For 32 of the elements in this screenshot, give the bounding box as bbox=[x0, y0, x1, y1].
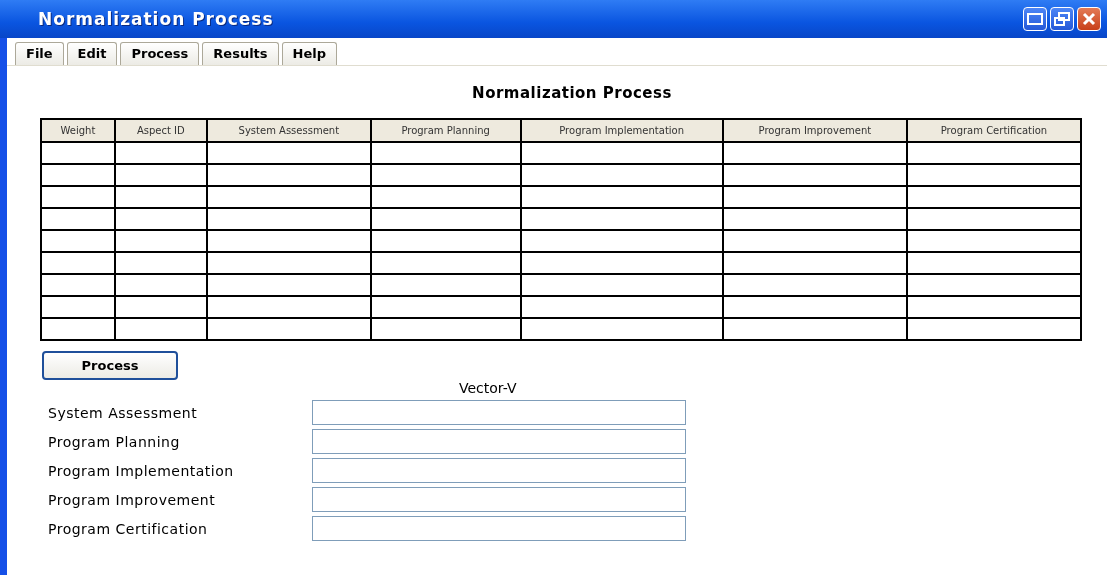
column-header: Aspect ID bbox=[114, 119, 207, 142]
window-icon bbox=[1027, 13, 1043, 25]
menu-tab[interactable]: Help bbox=[281, 42, 338, 65]
column-header: System Assessment bbox=[206, 119, 371, 142]
column-header: Program Implementation bbox=[520, 119, 723, 142]
column-header: Program Improvement bbox=[722, 119, 907, 142]
input-field[interactable] bbox=[312, 400, 686, 425]
menu-tab[interactable]: Process bbox=[120, 42, 200, 65]
column-header: Program Planning bbox=[370, 119, 521, 142]
menu-tab[interactable]: File bbox=[15, 42, 64, 65]
field-label: System Assessment bbox=[48, 404, 199, 421]
close-icon bbox=[1081, 11, 1097, 27]
field-label: Program Implementation bbox=[48, 462, 235, 479]
section-title: Vector-V bbox=[459, 380, 518, 396]
page-heading: Normalization Process bbox=[471, 84, 673, 102]
input-field[interactable] bbox=[312, 487, 686, 512]
field-label: Program Improvement bbox=[48, 491, 217, 508]
input-field[interactable] bbox=[312, 458, 686, 483]
minimize-button[interactable] bbox=[1023, 7, 1047, 31]
restore-button[interactable] bbox=[1050, 7, 1074, 31]
close-button[interactable] bbox=[1077, 7, 1101, 31]
field-label: Program Certification bbox=[48, 520, 209, 537]
column-header: Program Certification bbox=[906, 119, 1081, 142]
field-label: Program Planning bbox=[48, 433, 181, 450]
restore-icon bbox=[1054, 12, 1070, 26]
column-header: Weight bbox=[41, 119, 115, 142]
menu-tab[interactable]: Results bbox=[202, 42, 279, 65]
menu-tab[interactable]: Edit bbox=[66, 42, 118, 65]
window-title: Normalization Process bbox=[38, 9, 275, 29]
process-button[interactable]: Process bbox=[42, 351, 178, 380]
input-field[interactable] bbox=[312, 429, 686, 454]
input-field[interactable] bbox=[312, 516, 686, 541]
